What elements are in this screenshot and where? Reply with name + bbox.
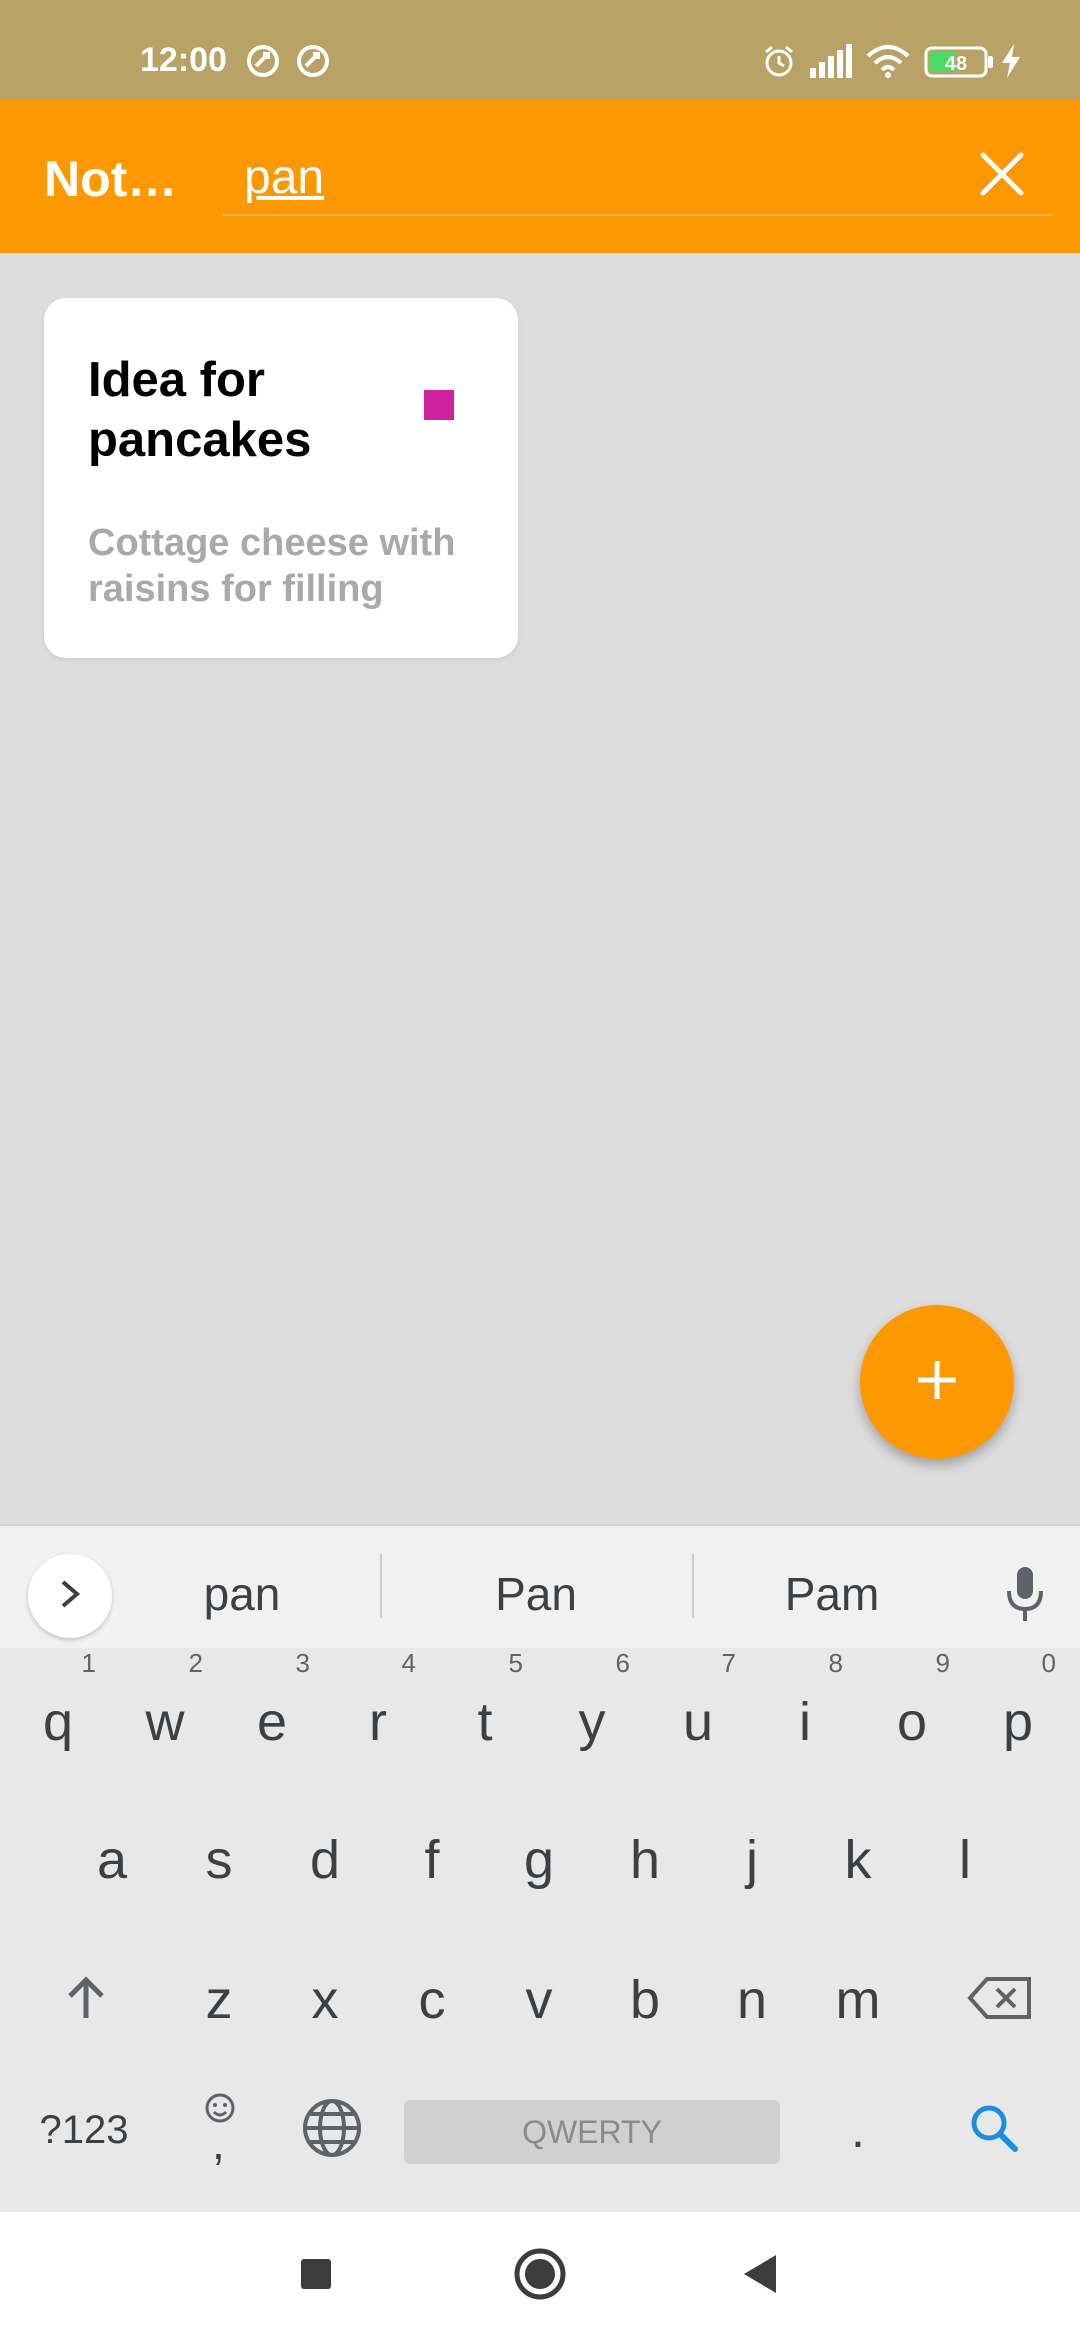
key-e[interactable]: e3 (220, 1648, 324, 1776)
back-button[interactable] (720, 2236, 800, 2316)
key-o[interactable]: o9 (860, 1648, 964, 1776)
key-t[interactable]: t5 (433, 1648, 537, 1776)
navigation-bar (0, 2212, 1080, 2340)
key-d[interactable]: d (273, 1806, 377, 1914)
shift-icon (62, 1974, 110, 2027)
microphone-icon (1005, 1565, 1045, 1628)
battery-level: 48 (945, 53, 967, 75)
recent-apps-button[interactable] (276, 2236, 356, 2316)
key-q[interactable]: q1 (6, 1648, 110, 1776)
period-key[interactable]: . (806, 2080, 910, 2180)
signal-icon (810, 44, 854, 83)
keyboard-expand-button[interactable] (28, 1554, 112, 1638)
language-key[interactable] (284, 2080, 380, 2180)
status-bar: 12:00 48 (0, 0, 1080, 100)
space-bar[interactable]: QWERTY (404, 2100, 780, 2164)
key-z[interactable]: z (167, 1946, 271, 2054)
close-icon (979, 151, 1025, 202)
search-icon (969, 2103, 1019, 2158)
add-note-button[interactable] (860, 1305, 1014, 1459)
voice-input-button[interactable] (990, 1556, 1060, 1636)
chevron-right-icon (57, 1578, 83, 1615)
key-l[interactable]: l (913, 1806, 1017, 1914)
key-v[interactable]: v (487, 1946, 591, 2054)
search-key[interactable] (944, 2080, 1044, 2180)
note-title: Idea for pancakes (88, 353, 312, 467)
key-j[interactable]: j (700, 1806, 804, 1914)
note-card[interactable]: Idea for pancakes Cottage cheese with ra… (44, 298, 518, 658)
key-m[interactable]: m (806, 1946, 910, 2054)
globe-icon (301, 2097, 363, 2164)
key-g[interactable]: g (487, 1806, 591, 1914)
backspace-icon (967, 1976, 1033, 2025)
key-s[interactable]: s (167, 1806, 271, 1914)
key-i[interactable]: i8 (753, 1648, 857, 1776)
sync-icon (296, 44, 330, 83)
square-icon (299, 2257, 333, 2296)
note-body: Cottage cheese with raisins for filling (88, 522, 456, 610)
key-y[interactable]: y6 (540, 1648, 644, 1776)
key-c[interactable]: c (380, 1946, 484, 2054)
keyboard: pan Pan Pam q1 w2 e3 r4 t5 y6 u7 i8 o9 p… (0, 1524, 1080, 2212)
wifi-icon (866, 44, 910, 83)
suggestion-item[interactable]: pan (122, 1562, 362, 1626)
app-title: Not… (44, 151, 178, 207)
symbols-key[interactable]: ?123 (20, 2080, 148, 2180)
status-time: 12:00 (140, 41, 227, 79)
key-k[interactable]: k (806, 1806, 910, 1914)
app-bar: Not… (0, 100, 1080, 253)
key-p[interactable]: p0 (966, 1648, 1070, 1776)
suggestion-bar: pan Pan Pam (0, 1526, 1080, 1648)
battery-icon: 48 (924, 46, 994, 83)
suggestion-divider (380, 1554, 382, 1618)
suggestion-item[interactable]: Pan (416, 1562, 656, 1626)
note-color-tag (424, 390, 454, 420)
charging-icon (1000, 44, 1022, 83)
shift-key[interactable] (24, 1946, 148, 2054)
search-input[interactable] (222, 140, 1052, 216)
circle-icon (513, 2247, 567, 2306)
suggestion-divider (692, 1554, 694, 1618)
key-x[interactable]: x (273, 1946, 377, 2054)
key-b[interactable]: b (593, 1946, 697, 2054)
key-h[interactable]: h (593, 1806, 697, 1914)
key-n[interactable]: n (700, 1946, 804, 2054)
plus-icon (915, 1358, 959, 1407)
back-triangle-icon (740, 2253, 780, 2300)
key-r[interactable]: r4 (326, 1648, 430, 1776)
sync-icon (246, 44, 280, 83)
close-search-button[interactable] (970, 144, 1034, 208)
home-button[interactable] (500, 2236, 580, 2316)
key-u[interactable]: u7 (646, 1648, 750, 1776)
suggestion-item[interactable]: Pam (712, 1562, 952, 1626)
backspace-key[interactable] (938, 1946, 1062, 2054)
key-a[interactable]: a (60, 1806, 164, 1914)
emoji-comma-key[interactable]: , (170, 2080, 268, 2180)
key-f[interactable]: f (380, 1806, 484, 1914)
alarm-icon (762, 44, 796, 83)
key-w[interactable]: w2 (113, 1648, 217, 1776)
comma-label: , (212, 2117, 225, 2169)
